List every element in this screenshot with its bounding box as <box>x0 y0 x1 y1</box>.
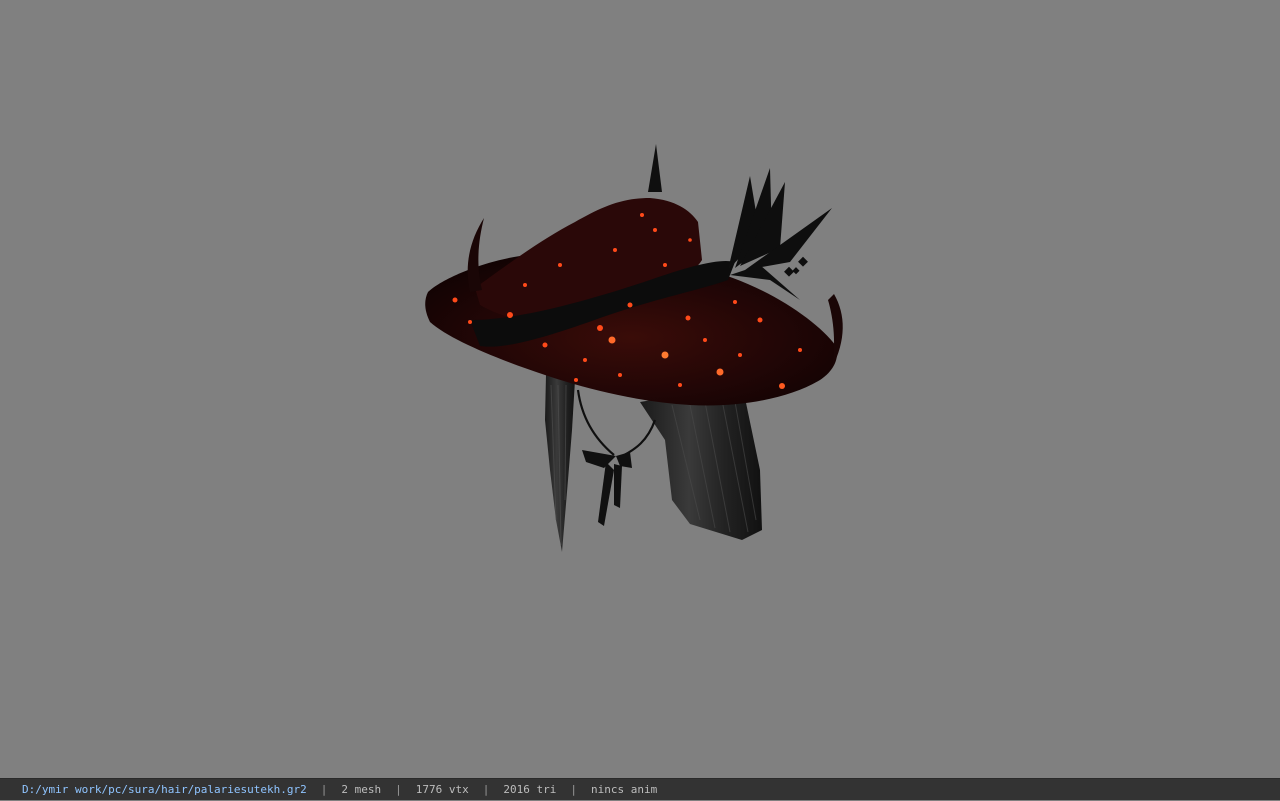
mesh-count-label: 2 mesh <box>341 783 382 796</box>
separator: | <box>395 783 402 796</box>
3d-viewport[interactable] <box>0 0 1280 778</box>
hat-model-render <box>425 144 843 552</box>
chin-strap <box>576 389 657 460</box>
anim-status-label: nincs anim <box>591 783 658 796</box>
left-hair-strand <box>545 375 575 552</box>
separator: | <box>570 783 577 796</box>
ribbon-bow <box>582 450 632 526</box>
top-spike <box>648 144 662 192</box>
vertex-count-label: 1776 vtx <box>415 783 469 796</box>
file-path-label: D:/ymir work/pc/sura/hair/palariesutekh.… <box>22 783 307 796</box>
status-bar: D:/ymir work/pc/sura/hair/palariesutekh.… <box>0 778 1280 800</box>
separator: | <box>482 783 490 796</box>
feather-plume <box>728 168 832 300</box>
separator: | <box>320 783 328 796</box>
right-hair-strand <box>640 392 762 540</box>
triangle-count-label: 2016 tri <box>503 783 557 796</box>
